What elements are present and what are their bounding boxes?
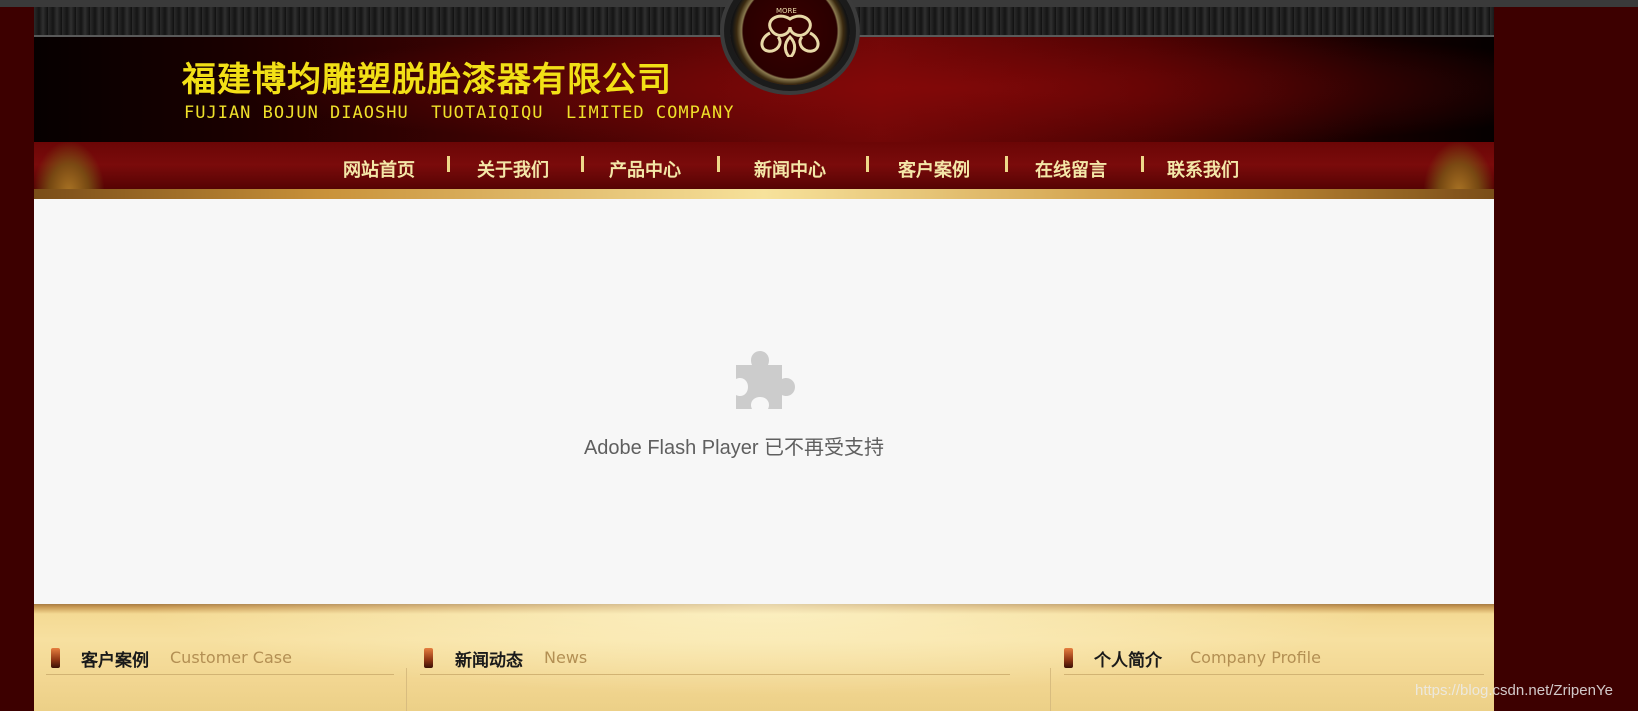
panel-divider: [1050, 668, 1051, 711]
panel-title[interactable]: 客户案例: [81, 646, 149, 671]
site-container: MORE 福建博均雕塑脱胎漆器有限公司 FUJIAN BOJUN DIAOSHU…: [34, 0, 1494, 711]
nav-list: 网站首页 关于我们 产品中心 新闻中心 客户案例 在线留言 联系我们: [34, 142, 1494, 189]
nav-separator: [447, 156, 450, 172]
panel-subtitle: Customer Case: [170, 648, 292, 667]
panel-marker: [51, 648, 60, 668]
nav-item-about[interactable]: 关于我们: [477, 156, 549, 182]
right-background: [1494, 7, 1638, 711]
panel-subtitle: News: [544, 648, 588, 667]
company-name-en: FUJIAN BOJUN DIAOSHU TUOTAIQIQU LIMITED …: [184, 103, 735, 123]
site-header: MORE 福建博均雕塑脱胎漆器有限公司 FUJIAN BOJUN DIAOSHU…: [34, 0, 1494, 142]
nav-separator: [866, 156, 869, 172]
more-medallion[interactable]: MORE: [730, 0, 850, 85]
main-navigation: 网站首页 关于我们 产品中心 新闻中心 客户案例 在线留言 联系我们: [34, 142, 1494, 199]
panel-divider: [406, 668, 407, 711]
panel-title[interactable]: 个人简介: [1094, 646, 1162, 671]
panel-underline: [1064, 674, 1484, 675]
nav-separator: [581, 156, 584, 172]
panel-marker: [424, 648, 433, 668]
nav-item-news[interactable]: 新闻中心: [754, 156, 826, 182]
medallion-label: MORE: [776, 7, 797, 15]
nav-separator: [1141, 156, 1144, 172]
nav-separator: [717, 156, 720, 172]
nav-item-cases[interactable]: 客户案例: [898, 156, 970, 182]
info-panels: 客户案例 Customer Case 新闻动态 News 个人简介 Compan…: [34, 604, 1494, 711]
ornament-icon: [760, 14, 820, 57]
panel-title[interactable]: 新闻动态: [455, 646, 523, 671]
panel-news: 新闻动态 News: [408, 604, 1020, 711]
flash-banner-area: Adobe Flash Player 已不再受支持: [34, 199, 1494, 604]
panel-underline: [46, 674, 394, 675]
puzzle-piece-icon: [736, 351, 795, 409]
nav-item-products[interactable]: 产品中心: [609, 156, 681, 182]
nav-item-home[interactable]: 网站首页: [343, 156, 415, 182]
left-background: [0, 7, 34, 711]
flash-unsupported-message: Adobe Flash Player 已不再受支持: [583, 437, 885, 459]
panel-underline: [420, 674, 1010, 675]
company-name-cn: 福建博均雕塑脱胎漆器有限公司: [182, 60, 672, 100]
panel-subtitle: Company Profile: [1190, 648, 1321, 667]
nav-gold-strip: [34, 189, 1494, 199]
nav-item-contact[interactable]: 联系我们: [1167, 156, 1239, 182]
nav-item-message[interactable]: 在线留言: [1035, 156, 1107, 182]
panel-customer-case: 客户案例 Customer Case: [34, 604, 404, 711]
panel-marker: [1064, 648, 1073, 668]
watermark-text: https://blog.csdn.net/ZripenYe: [1415, 682, 1613, 699]
nav-separator: [1005, 156, 1008, 172]
